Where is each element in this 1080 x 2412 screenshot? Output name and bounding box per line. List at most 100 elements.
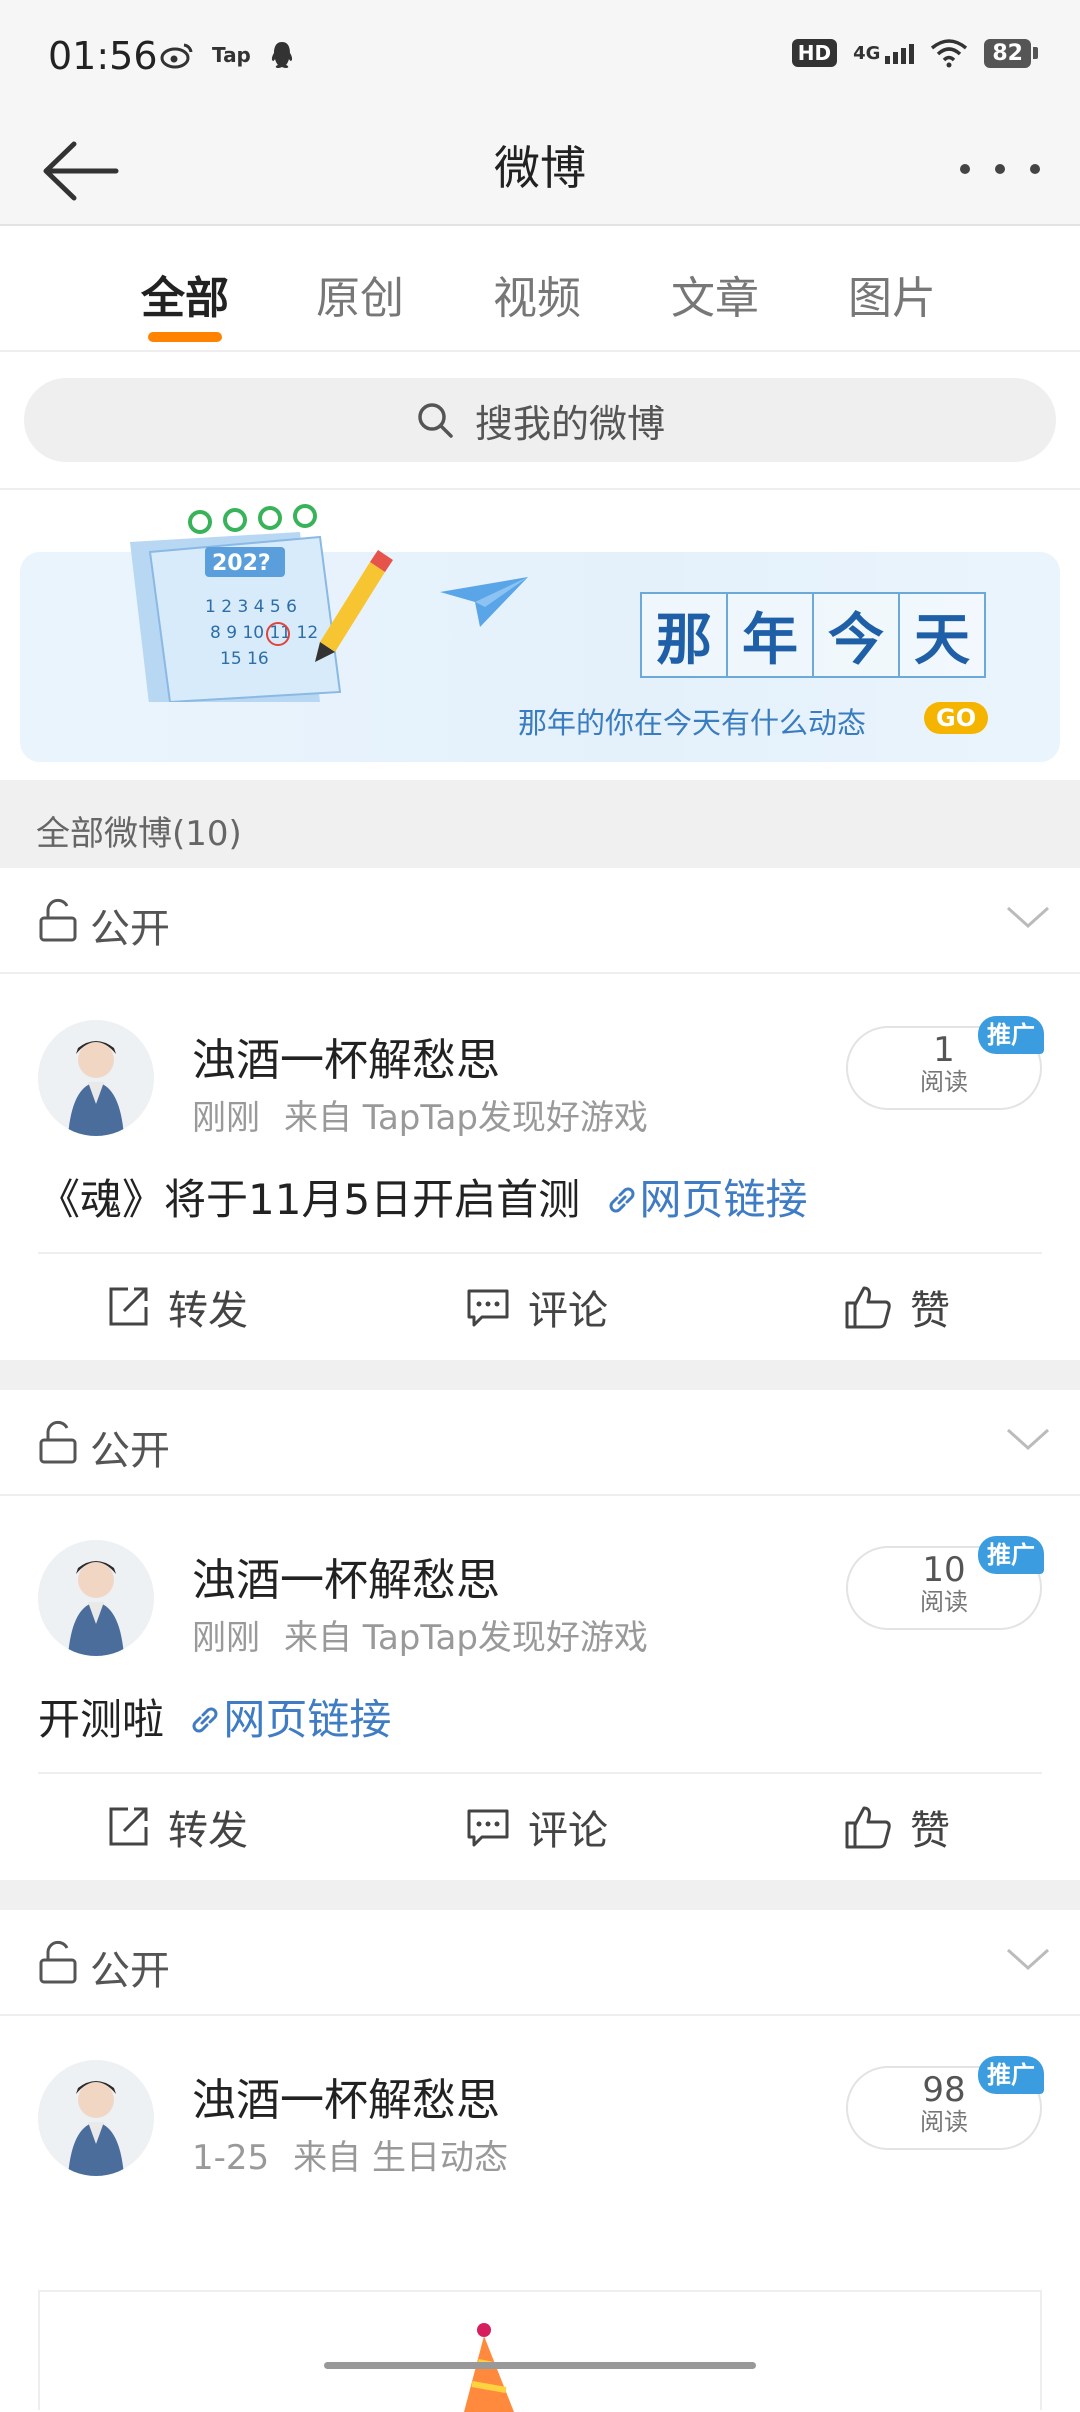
calendar-year: 202? — [212, 551, 271, 576]
promote-badge[interactable]: 推广 — [978, 2056, 1044, 2094]
tab-article[interactable]: 文章 — [645, 262, 785, 326]
chevron-down-icon[interactable] — [1006, 1946, 1050, 1974]
like-button[interactable]: 赞 — [844, 1798, 950, 1856]
post-time: 1-25 — [192, 2138, 270, 2178]
search-icon — [418, 403, 453, 438]
that-year-today-banner[interactable]: 202? 1 2 3 4 5 6 8 9 10 11 12 15 16 那 年 … — [20, 504, 1060, 762]
post-actions: 转发 评论 赞 — [0, 1256, 1080, 1356]
post-meta: 刚刚 来自 TapTap发现好游戏 — [192, 1090, 648, 1139]
repost-button[interactable]: 转发 — [106, 1798, 248, 1856]
more-dot-icon — [995, 164, 1005, 174]
like-button[interactable]: 赞 — [844, 1278, 950, 1336]
chevron-down-icon[interactable] — [1006, 1426, 1050, 1454]
privacy-label: 公开 — [90, 906, 170, 952]
link-icon — [609, 1187, 635, 1213]
battery-level: 82 — [984, 38, 1031, 68]
repost-button[interactable]: 转发 — [106, 1278, 248, 1336]
read-label: 阅读 — [920, 1068, 968, 1096]
post-text[interactable]: 《魂》将于11月5日开启首测 网页链接 — [38, 1166, 808, 1227]
author-name[interactable]: 浊酒一杯解愁思 — [192, 1024, 500, 1088]
like-label: 赞 — [910, 1808, 950, 1854]
post-meta: 刚刚 来自 TapTap发现好游戏 — [192, 1610, 648, 1659]
comment-button[interactable]: 评论 — [466, 1798, 608, 1856]
title-char: 年 — [726, 592, 814, 678]
promote-badge[interactable]: 推广 — [978, 1536, 1044, 1574]
web-link[interactable]: 网页链接 — [177, 1695, 391, 1744]
svg-text:15 16: 15 16 — [220, 649, 269, 669]
post-text[interactable]: 开测啦 网页链接 — [38, 1686, 391, 1747]
banner-section: 202? 1 2 3 4 5 6 8 9 10 11 12 15 16 那 年 … — [0, 490, 1080, 780]
calendar-illustration: 202? 1 2 3 4 5 6 8 9 10 11 12 15 16 — [130, 504, 393, 702]
promote-badge[interactable]: 推广 — [978, 1016, 1044, 1054]
comment-icon — [467, 1289, 509, 1327]
that-year-today-title: 那 年 今 天 — [640, 592, 986, 678]
post-source: 来自 TapTap发现好游戏 — [284, 1618, 648, 1658]
comment-button[interactable]: 评论 — [466, 1278, 608, 1336]
avatar[interactable] — [38, 1540, 154, 1656]
active-tab-indicator — [148, 332, 222, 342]
repost-icon — [109, 1807, 148, 1846]
like-label: 赞 — [910, 1288, 950, 1334]
title-char: 天 — [898, 592, 986, 678]
weibo-icon — [160, 43, 193, 69]
all-posts-count: 全部微博(10) — [36, 814, 242, 854]
thumbs-up-icon — [845, 1806, 891, 1849]
tab-image[interactable]: 图片 — [822, 262, 962, 326]
avatar[interactable] — [38, 2060, 154, 2176]
wifi-icon — [931, 39, 968, 68]
search-input[interactable]: 搜我的微博 — [24, 378, 1056, 462]
read-label: 阅读 — [920, 1588, 968, 1616]
repost-label: 转发 — [168, 1288, 248, 1334]
tab-video[interactable]: 视频 — [467, 262, 607, 326]
taptap-icon: Tap — [212, 43, 251, 67]
privacy-row[interactable]: 公开 — [0, 868, 1080, 974]
author-name[interactable]: 浊酒一杯解愁思 — [192, 2064, 500, 2128]
author-name[interactable]: 浊酒一杯解愁思 — [192, 1544, 500, 1608]
post-text-body: 《魂》将于11月5日开启首测 — [38, 1175, 581, 1224]
comment-icon — [467, 1809, 509, 1847]
post-time: 刚刚 — [192, 1098, 260, 1138]
avatar[interactable] — [38, 1020, 154, 1136]
read-label: 阅读 — [920, 2108, 968, 2136]
tab-all[interactable]: 全部 — [115, 262, 255, 326]
divider — [38, 1772, 1042, 1774]
chevron-down-icon[interactable] — [1006, 904, 1050, 932]
hd-badge: HD — [791, 39, 838, 67]
filter-tabs: 全部 原创 视频 文章 图片 — [0, 228, 1080, 352]
go-button[interactable]: GO — [924, 702, 989, 734]
web-link[interactable]: 网页链接 — [594, 1175, 808, 1224]
post-text-body: 开测啦 — [38, 1695, 165, 1744]
more-button[interactable] — [960, 144, 1040, 194]
svg-text:8 9 10 11 12: 8 9 10 11 12 — [210, 623, 318, 643]
divider — [38, 1252, 1042, 1254]
birthday-card[interactable] — [38, 2290, 1042, 2412]
search-section: 搜我的微博 — [0, 352, 1080, 490]
search-placeholder: 搜我的微博 — [474, 401, 665, 446]
qq-icon — [271, 42, 292, 68]
web-link-text: 网页链接 — [639, 1175, 808, 1224]
privacy-label: 公开 — [90, 1428, 170, 1474]
home-indicator[interactable] — [324, 2362, 756, 2369]
post-card: 浊酒一杯解愁思 刚刚 来自 TapTap发现好游戏 1 阅读 推广 《魂》将于11… — [0, 976, 1080, 1360]
tab-original[interactable]: 原创 — [290, 262, 430, 326]
comment-label: 评论 — [528, 1808, 608, 1854]
more-dot-icon — [1030, 164, 1040, 174]
battery-icon: 82 — [984, 38, 1038, 68]
privacy-row[interactable]: 公开 — [0, 1910, 1080, 2016]
unlock-icon — [39, 898, 77, 942]
status-system-icons: HD 4G 82 — [791, 38, 1038, 68]
paper-plane-icon — [440, 577, 528, 627]
post-actions: 转发 评论 赞 — [0, 1776, 1080, 1876]
post-source: 来自 TapTap发现好游戏 — [284, 1098, 648, 1138]
repost-icon — [109, 1287, 148, 1326]
post-time: 刚刚 — [192, 1618, 260, 1658]
privacy-row[interactable]: 公开 — [0, 1390, 1080, 1496]
status-bar: 01:56 Tap HD 4G 82 — [0, 0, 1080, 116]
thumbs-up-icon — [845, 1286, 891, 1329]
network-type: 4G — [853, 42, 881, 64]
web-link-text: 网页链接 — [223, 1695, 392, 1744]
status-time: 01:56 — [48, 34, 158, 78]
page-title: 微博 — [494, 141, 586, 195]
section-header: 全部微博(10) — [0, 780, 1080, 868]
link-icon — [192, 1707, 218, 1733]
